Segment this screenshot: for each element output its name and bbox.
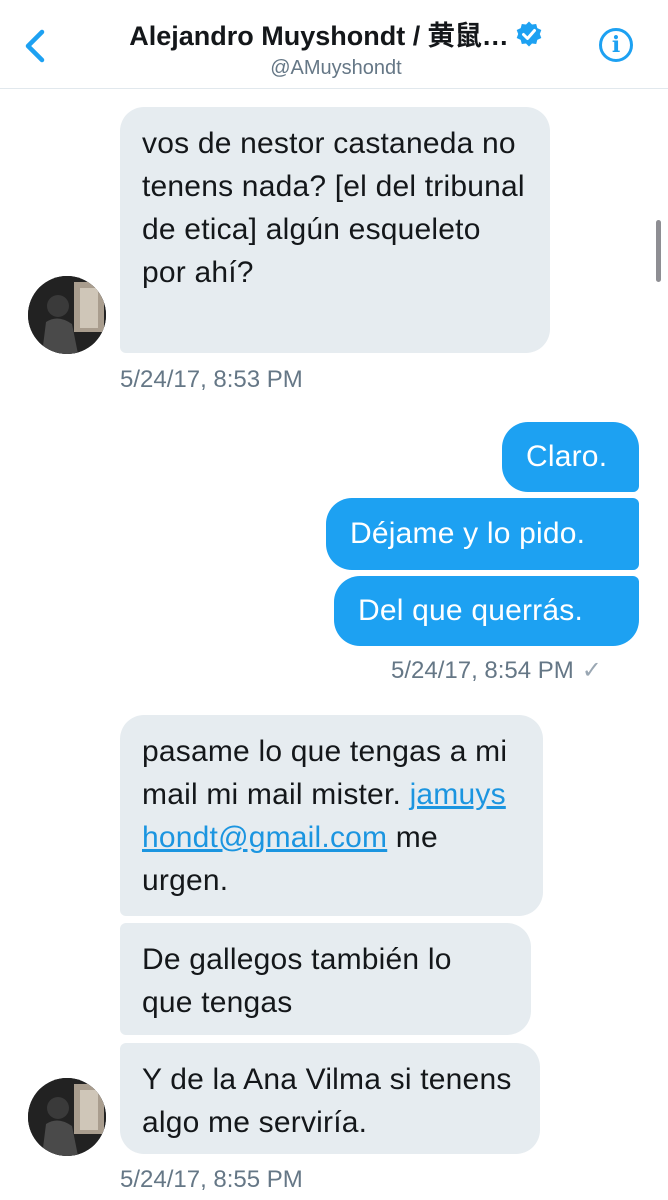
message-text: Y de la Ana Vilma si tenens algo me serv… — [142, 1063, 512, 1139]
message-text: vos de nestor castaneda no tenens nada? … — [142, 127, 525, 289]
message-text: De gallegos también lo que tengas — [142, 943, 452, 1019]
conversation-header: Alejandro Muyshondt / 黄鼠… @AMuyshondt i — [0, 0, 668, 89]
outgoing-message[interactable]: Déjame y lo pido. — [326, 498, 639, 570]
message-text: Claro. — [526, 440, 608, 473]
avatar-photo — [28, 1078, 106, 1156]
contact-handle: @AMuyshondt — [270, 57, 402, 79]
outgoing-message[interactable]: Claro. — [502, 422, 639, 492]
contact-name: Alejandro Muyshondt / 黄鼠… — [129, 21, 509, 51]
avatar[interactable] — [28, 276, 106, 354]
timestamp: 5/24/17, 8:55 PM — [120, 1166, 303, 1193]
message-text: Déjame y lo pido. — [350, 517, 586, 550]
incoming-message[interactable]: vos de nestor castaneda no tenens nada? … — [120, 107, 550, 353]
incoming-message[interactable]: De gallegos también lo que tengas — [120, 923, 531, 1035]
incoming-message[interactable]: Y de la Ana Vilma si tenens algo me serv… — [120, 1043, 540, 1154]
outgoing-message[interactable]: Del que querrás. — [334, 576, 639, 646]
verified-badge-icon — [516, 21, 542, 46]
read-check-icon: ✓ — [581, 657, 602, 684]
scrollbar[interactable] — [656, 220, 661, 282]
incoming-message[interactable]: pasame lo que tengas a mi mail mi mail m… — [120, 715, 543, 916]
message-text: Del que querrás. — [358, 594, 583, 627]
avatar-photo — [28, 276, 106, 354]
conversation-title-block[interactable]: Alejandro Muyshondt / 黄鼠… @AMuyshondt — [96, 14, 576, 80]
chevron-left-icon[interactable] — [18, 24, 54, 68]
timestamp: 5/24/17, 8:53 PM — [120, 366, 303, 393]
info-icon[interactable]: i — [599, 28, 633, 62]
timestamp-text: 5/24/17, 8:54 PM — [391, 657, 574, 684]
timestamp: 5/24/17, 8:54 PM ✓ — [391, 656, 602, 685]
avatar[interactable] — [28, 1078, 106, 1156]
